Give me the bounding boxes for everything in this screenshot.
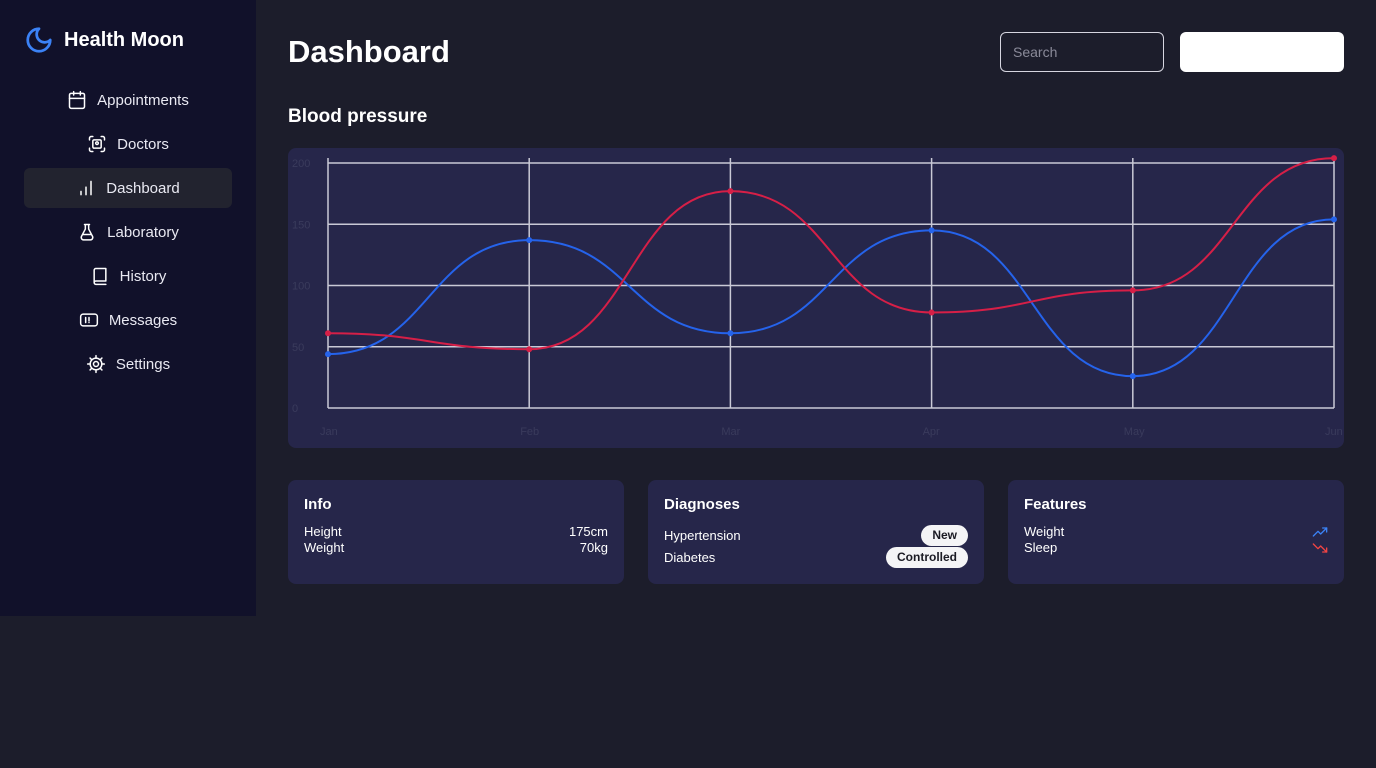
chart-section-title: Blood pressure [288,106,428,127]
feature-row-weight: Weight [1024,524,1328,540]
moon-icon [26,27,52,53]
x-tick-label: Apr [923,426,940,438]
feature-label: Weight [1024,524,1065,539]
calendar-icon [68,90,86,110]
data-point [1129,373,1136,380]
info-row-weight: Weight 70kg [304,540,608,556]
sidebar-item-label: Messages [108,311,178,329]
sidebar-item-messages[interactable]: Messages [24,300,232,340]
y-tick-label: 100 [292,281,310,293]
data-point [1129,287,1136,294]
message-box-icon [79,313,98,327]
x-tick-label: May [1124,426,1145,438]
brand-name: Health Moon [64,28,184,51]
x-tick-label: Mar [721,426,740,438]
info-label: Height [304,524,342,539]
feature-row-sleep: Sleep [1024,540,1328,556]
sidebar-item-label: Laboratory [107,223,179,241]
sidebar-item-history[interactable]: History [24,256,232,296]
x-tick-label: Jan [320,426,338,438]
diagnoses-card: Diagnoses Hypertension New Diabetes Cont… [648,480,984,584]
sidebar-item-appointments[interactable]: Appointments [24,80,232,120]
scan-face-icon [88,135,106,153]
header-action-button[interactable] [1180,32,1344,72]
data-point [325,330,331,337]
status-badge: New [921,524,968,546]
sidebar-item-label: Dashboard [106,179,180,197]
y-tick-label: 50 [292,342,304,354]
diagnoses-card-title: Diagnoses [664,496,740,513]
x-tick-label: Jun [1325,426,1343,438]
y-tick-label: 200 [292,158,310,170]
info-card-title: Info [304,496,332,513]
status-badge: Controlled [886,546,968,568]
diagnosis-label: Diabetes [664,549,716,565]
y-tick-label: 0 [292,403,298,415]
data-point [526,346,533,353]
sidebar-item-label: Doctors [117,135,169,153]
y-tick-label: 150 [292,219,310,231]
sidebar-nav: Appointments Doctors Dashboard Laborator… [24,80,232,388]
sidebar-item-laboratory[interactable]: Laboratory [24,212,232,252]
gear-icon [86,354,105,374]
data-point [1331,216,1337,223]
info-row-height: Height 175cm [304,524,608,540]
data-point [727,188,734,195]
data-point [325,351,331,358]
flask-icon [80,223,94,241]
diagnosis-row-diabetes: Diabetes Controlled [664,546,968,568]
data-point [928,309,935,316]
blood-pressure-chart: 0 50 100 150 200 Jan Feb Mar Apr May Jun [288,148,1344,448]
features-card-title: Features [1024,496,1087,513]
trending-down-icon [1312,543,1328,553]
data-point [928,227,935,234]
features-card: Features Weight Sleep [1008,480,1344,584]
data-point [727,330,734,337]
sidebar-item-settings[interactable]: Settings [24,344,232,384]
diagnosis-label: Hypertension [664,527,741,543]
info-label: Weight [304,540,345,555]
info-value: 175cm [568,524,608,539]
feature-label: Sleep [1024,540,1058,555]
page-title: Dashboard [288,34,450,69]
series-line-0 [327,218,1335,378]
x-tick-label: Feb [520,426,539,438]
sidebar-item-doctors[interactable]: Doctors [24,124,232,164]
series-line-1 [327,157,1335,351]
bar-chart-icon [80,180,93,196]
book-icon [93,267,107,286]
info-card: Info Height 175cm Weight 70kg [288,480,624,584]
brand[interactable]: Health Moon [24,24,184,56]
sidebar-item-label: Appointments [97,91,189,109]
sidebar-item-label: History [119,267,167,285]
search-input[interactable] [1000,32,1164,72]
sidebar-item-label: Settings [115,355,171,373]
data-point [1331,155,1337,162]
diagnosis-row-hypertension: Hypertension New [664,524,968,546]
info-value: 70kg [579,540,608,555]
chart-svg: 0 50 100 150 200 Jan Feb Mar Apr May Jun [292,155,1343,438]
trending-up-icon [1312,527,1328,537]
sidebar: Health Moon Appointments Doctors Dashboa… [0,0,256,616]
sidebar-item-dashboard[interactable]: Dashboard [24,168,232,208]
data-point [526,237,533,244]
